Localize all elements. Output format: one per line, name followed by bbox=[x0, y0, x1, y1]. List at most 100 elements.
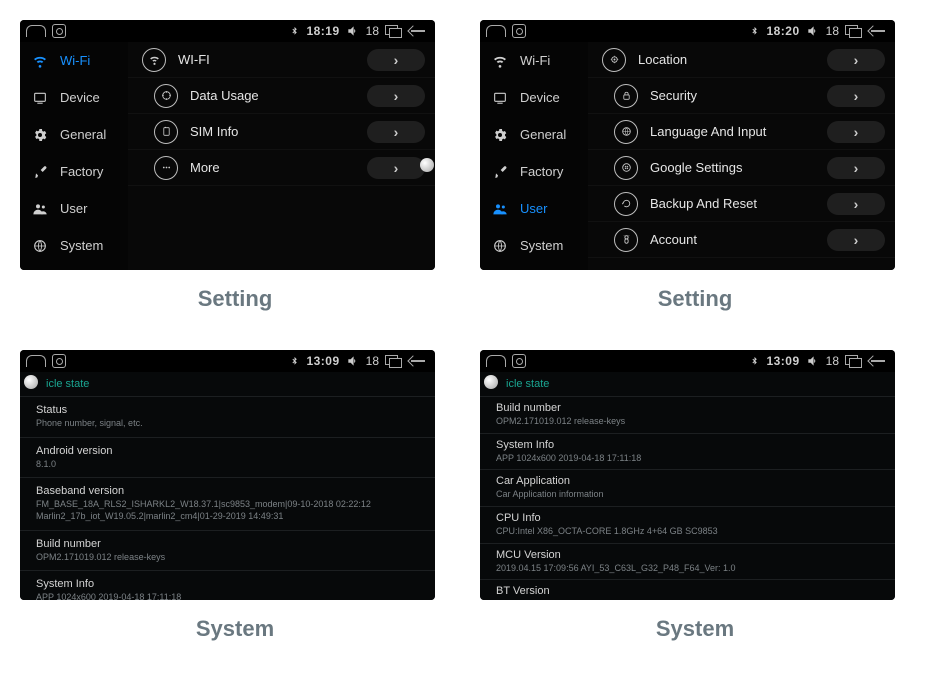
settings-screen-wifi: 18:19 18 Wi-FiDeviceGeneralFactoryUserSy… bbox=[20, 20, 435, 270]
settings-row-backup-and-reset[interactable]: Backup And Reset› bbox=[588, 186, 895, 222]
info-row-android-version[interactable]: Android version 8.1.0 bbox=[20, 437, 435, 478]
info-key: Build number bbox=[496, 402, 885, 414]
row-icon bbox=[154, 156, 178, 180]
info-value: CPU:Intel X86_OCTA-CORE 1.8GHz 4+64 GB S… bbox=[496, 526, 885, 538]
recent-apps-icon[interactable] bbox=[845, 355, 861, 367]
system-screen-2: 13:09 18 icle state Build numberOPM2.171… bbox=[480, 350, 895, 600]
status-bar: 13:09 18 bbox=[20, 350, 435, 372]
sidebar-item-wi-fi[interactable]: Wi-Fi bbox=[480, 42, 588, 79]
device-icon bbox=[30, 90, 50, 106]
row-label: Security bbox=[650, 88, 815, 103]
bluetooth-icon bbox=[289, 356, 300, 367]
info-row-build-number[interactable]: Build numberOPM2.171019.012 release-keys bbox=[20, 530, 435, 571]
clock: 18:20 bbox=[766, 24, 799, 38]
info-row-mcu-version[interactable]: MCU Version2019.04.15 17:09:56 AYI_53_C6… bbox=[480, 543, 895, 580]
sidebar-item-system[interactable]: System bbox=[20, 227, 128, 264]
info-key: Baseband version bbox=[36, 485, 425, 497]
info-value: Car Application information bbox=[496, 489, 885, 501]
recent-apps-icon[interactable] bbox=[385, 355, 401, 367]
sidebar-item-label: User bbox=[60, 201, 87, 216]
caption-system: System bbox=[480, 610, 910, 670]
sidebar-item-system[interactable]: System bbox=[480, 227, 588, 264]
info-key: Car Application bbox=[496, 475, 885, 487]
sidebar-item-general[interactable]: General bbox=[20, 116, 128, 153]
globe-icon bbox=[30, 238, 50, 254]
info-value: FM_BASE_18A_RLS2_ISHARKL2_W18.37.1|sc985… bbox=[36, 499, 425, 522]
settings-row-sim-info[interactable]: SIM Info› bbox=[128, 114, 435, 150]
recent-apps-icon[interactable] bbox=[385, 25, 401, 37]
info-value: OPM2.171019.012 release-keys bbox=[496, 416, 885, 428]
sidebar-item-general[interactable]: General bbox=[480, 116, 588, 153]
info-row-bt-version[interactable]: BT Version BLINK_8761ATV_RELEASE2/2019:04… bbox=[480, 579, 895, 600]
gear-icon bbox=[30, 127, 50, 143]
scroll-thumb[interactable] bbox=[484, 375, 498, 389]
scroll-thumb[interactable] bbox=[420, 158, 434, 172]
home-icon[interactable] bbox=[26, 355, 46, 367]
info-row-build-number[interactable]: Build number OPM2.171019.012 release-keys bbox=[480, 396, 895, 433]
info-value: BLINK_8761ATV_RELEASE2/2019:04:01:11:40:… bbox=[496, 599, 885, 600]
camera-icon[interactable] bbox=[52, 24, 66, 38]
recent-apps-icon[interactable] bbox=[845, 25, 861, 37]
tools-icon bbox=[490, 164, 510, 180]
camera-icon[interactable] bbox=[52, 354, 66, 368]
back-icon[interactable] bbox=[407, 356, 429, 366]
sidebar-item-wi-fi[interactable]: Wi-Fi bbox=[20, 42, 128, 79]
info-key: System Info bbox=[496, 439, 885, 451]
user-icon bbox=[30, 201, 50, 217]
row-label: WI-FI bbox=[178, 52, 355, 67]
row-icon bbox=[614, 228, 638, 252]
clock: 13:09 bbox=[306, 354, 339, 368]
home-icon[interactable] bbox=[26, 25, 46, 37]
settings-row-account[interactable]: Account› bbox=[588, 222, 895, 258]
home-icon[interactable] bbox=[486, 25, 506, 37]
settings-row-security[interactable]: Security› bbox=[588, 78, 895, 114]
info-key: Android version bbox=[36, 445, 425, 457]
info-row-cpu-info[interactable]: CPU InfoCPU:Intel X86_OCTA-CORE 1.8GHz 4… bbox=[480, 506, 895, 543]
camera-icon[interactable] bbox=[512, 24, 526, 38]
home-icon[interactable] bbox=[486, 355, 506, 367]
back-icon[interactable] bbox=[407, 26, 429, 36]
settings-row-language-and-input[interactable]: Language And Input › bbox=[588, 114, 895, 150]
info-value: 2019.04.15 17:09:56 AYI_53_C63L_G32_P48_… bbox=[496, 563, 885, 575]
info-row-system-info[interactable]: System InfoAPP 1024x600 2019-04-18 17:11… bbox=[480, 433, 895, 470]
settings-row-location[interactable]: Location› bbox=[588, 42, 895, 78]
volume-icon bbox=[346, 24, 360, 38]
info-row-system-info[interactable]: System InfoAPP 1024x600 2019-04-18 17:11… bbox=[20, 570, 435, 600]
info-key: Status bbox=[36, 404, 425, 416]
gear-icon bbox=[490, 127, 510, 143]
sidebar-item-label: User bbox=[520, 201, 547, 216]
info-row-baseband-version[interactable]: Baseband version FM_BASE_18A_RLS2_ISHARKL… bbox=[20, 477, 435, 529]
row-label: SIM Info bbox=[190, 124, 355, 139]
sidebar-item-label: Wi-Fi bbox=[520, 53, 550, 68]
row-icon bbox=[602, 48, 626, 72]
sidebar-item-user[interactable]: User bbox=[20, 190, 128, 227]
settings-row-wi-fi[interactable]: WI-FI› bbox=[128, 42, 435, 78]
info-row-car-application[interactable]: Car Application Car Application informati… bbox=[480, 469, 895, 506]
chevron-right-icon: › bbox=[827, 157, 885, 179]
scroll-thumb[interactable] bbox=[24, 375, 38, 389]
bluetooth-icon bbox=[749, 356, 760, 367]
device-icon bbox=[490, 90, 510, 106]
sidebar-item-label: Device bbox=[520, 90, 560, 105]
row-label: Language And Input bbox=[650, 124, 815, 139]
camera-icon[interactable] bbox=[512, 354, 526, 368]
info-value: 8.1.0 bbox=[36, 459, 425, 471]
sidebar-item-user[interactable]: User bbox=[480, 190, 588, 227]
row-icon bbox=[614, 84, 638, 108]
section-header: icle state bbox=[480, 372, 895, 396]
sidebar-item-factory[interactable]: Factory bbox=[20, 153, 128, 190]
settings-row-google-settings[interactable]: Google Settings› bbox=[588, 150, 895, 186]
settings-row-more[interactable]: More› bbox=[128, 150, 435, 186]
sidebar-item-device[interactable]: Device bbox=[20, 79, 128, 116]
sidebar-item-factory[interactable]: Factory bbox=[480, 153, 588, 190]
info-key: BT Version bbox=[496, 585, 885, 597]
back-icon[interactable] bbox=[867, 356, 889, 366]
sidebar-item-device[interactable]: Device bbox=[480, 79, 588, 116]
info-value: OPM2.171019.012 release-keys bbox=[36, 552, 425, 564]
sidebar-item-label: Device bbox=[60, 90, 100, 105]
info-row-status[interactable]: StatusPhone number, signal, etc. bbox=[20, 396, 435, 437]
back-icon[interactable] bbox=[867, 26, 889, 36]
settings-row-data-usage[interactable]: Data Usage› bbox=[128, 78, 435, 114]
row-icon bbox=[154, 84, 178, 108]
chevron-right-icon: › bbox=[827, 121, 885, 143]
